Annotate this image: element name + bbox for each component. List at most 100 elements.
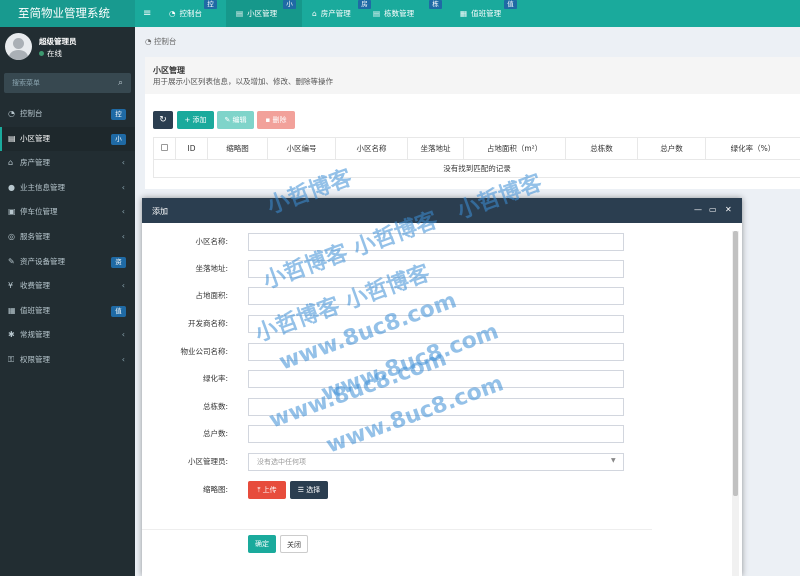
empty-message: 没有找到匹配的记录 [153, 159, 800, 178]
menu-badge: 控 [111, 109, 126, 120]
column-header[interactable]: 坐落地址 [407, 137, 464, 160]
scrollbar-thumb[interactable] [733, 231, 738, 496]
field-row-developer: 开发商名称: [142, 315, 732, 333]
sidebar-item-community[interactable]: ▤ 小区管理小 [0, 126, 135, 152]
community-name-input[interactable] [248, 233, 624, 251]
select-all-checkbox[interactable] [153, 137, 176, 160]
close-button[interactable]: 关闭 [280, 535, 308, 553]
dialog-title: 添加 [152, 207, 168, 216]
sidebar-item-permissions[interactable]: ⚿ 权限管理 ‹ [0, 348, 135, 373]
dashboard-icon: ◔ [145, 37, 154, 46]
field-row-area: 占地面积: [142, 287, 732, 305]
sidebar-item-dashboard[interactable]: ◔ 控制台控 [0, 102, 135, 127]
dialog-scrollbar[interactable] [732, 231, 739, 576]
upload-button[interactable]: ⤒ 上传 [248, 481, 286, 499]
area-input[interactable] [248, 287, 624, 305]
sidebar-item-general[interactable]: ✱ 常规管理 ‹ [0, 323, 135, 348]
pencil-icon: ✎ [224, 116, 233, 124]
sidebar: 超级管理员 在线 搜索菜单 ⌕ ◔ 控制台控 ▤ 小区管理小 ⌂ 房产管理 ‹ ● 业主信息… [0, 27, 135, 576]
sidebar-item-duty[interactable]: ▦ 值班管理值 [0, 299, 135, 324]
choose-button[interactable]: ☰ 选择 [290, 481, 328, 499]
field-label: 小区名称: [195, 237, 228, 246]
chevron-left-icon: ‹ [121, 207, 125, 217]
field-row-green-rate: 绿化率: [142, 370, 732, 388]
delete-button[interactable]: ▪ 删除 [257, 111, 295, 129]
field-label: 总户数: [202, 429, 228, 438]
tab-dashboard[interactable]: ◔ 控制台 [169, 0, 202, 27]
field-row-households: 总户数: [142, 425, 732, 443]
column-header[interactable]: 占地面积（m²） [463, 137, 566, 160]
search-input[interactable]: 搜索菜单 ⌕ [4, 73, 131, 93]
list-icon: ▤ [8, 133, 16, 143]
dashboard-icon: ◔ [169, 9, 176, 18]
column-header[interactable]: 小区名称 [335, 137, 408, 160]
field-row-thumbnail: 缩略图: ⤒ 上传 ☰ 选择 [142, 481, 732, 499]
sidebar-item-owners[interactable]: ● 业主信息管理 ‹ [0, 176, 135, 201]
field-label: 绿化率: [202, 374, 228, 383]
chevron-left-icon: ‹ [121, 182, 125, 192]
buildings-input[interactable] [248, 398, 624, 416]
online-dot-icon [39, 51, 44, 56]
sidebar-item-property[interactable]: ⌂ 房产管理 ‹ [0, 151, 135, 176]
sidebar-item-parking[interactable]: ▣ 停车位管理 ‹ [0, 200, 135, 225]
tab-badge: 值 [504, 0, 517, 9]
app-logo[interactable]: 至简物业管理系统 [0, 0, 135, 27]
home-icon: ⌂ [8, 158, 14, 168]
maximize-icon[interactable]: ▭ [709, 205, 717, 214]
address-input[interactable] [248, 260, 624, 278]
sidebar-item-service[interactable]: ◎ 服务管理 ‹ [0, 225, 135, 250]
field-label: 小区管理员: [187, 457, 228, 466]
user-panel: 超级管理员 在线 [0, 27, 135, 67]
minimize-icon[interactable]: — [694, 205, 702, 214]
refresh-icon: ↻ [159, 115, 167, 125]
field-label: 总栋数: [202, 402, 228, 411]
field-label: 占地面积: [195, 291, 228, 300]
green-rate-input[interactable] [248, 370, 624, 388]
field-label: 缩略图: [202, 485, 228, 494]
column-header[interactable]: 总栋数 [565, 137, 638, 160]
property-company-input[interactable] [248, 343, 624, 361]
user-status: 在线 [39, 48, 62, 59]
tab-badge: 控 [204, 0, 217, 9]
column-header[interactable]: 小区编号 [267, 137, 336, 160]
close-icon[interactable]: ✕ [725, 205, 732, 214]
refresh-button[interactable]: ↻ [153, 111, 173, 129]
breadcrumb[interactable]: ◔ 控制台 [145, 36, 176, 47]
dialog-footer: 确定 关闭 [142, 529, 652, 560]
page-description: 用于展示小区列表信息，以及增加、修改、删除等操作 [153, 77, 333, 86]
field-row-buildings: 总栋数: [142, 398, 732, 416]
tab-duty[interactable]: ▦ 值班管理 [460, 0, 501, 27]
edit-button[interactable]: ✎ 编辑 [217, 111, 254, 129]
tab-badge: 房 [358, 0, 371, 9]
manager-select[interactable]: 没有选中任何项 [248, 453, 624, 471]
page-title: 小区管理 [153, 66, 185, 75]
households-input[interactable] [248, 425, 624, 443]
tab-property[interactable]: ⌂ 房产管理 [312, 0, 351, 27]
column-header[interactable]: 总户数 [637, 137, 706, 160]
column-header[interactable]: 绿化率（%） [705, 137, 800, 160]
column-header[interactable]: ID [175, 137, 208, 160]
tab-buildings[interactable]: ▤ 栋数管理 [373, 0, 414, 27]
top-navbar: ≡ ◔ 控制台 控 ▤ 小区管理 小 ⌂ 房产管理 房 ▤ 栋数管理 栋 ▦ 值班管理 值 [135, 0, 800, 27]
service-icon: ◎ [8, 231, 15, 241]
chevron-left-icon: ‹ [121, 231, 125, 241]
add-button[interactable]: + 添加 [177, 111, 214, 129]
dialog-header: 添加 — ▭ ✕ [142, 198, 742, 223]
tab-badge: 栋 [429, 0, 442, 9]
field-label: 物业公司名称: [180, 347, 228, 356]
checkbox-icon [161, 144, 168, 151]
developer-input[interactable] [248, 315, 624, 333]
list-icon: ▤ [236, 9, 244, 18]
menu-toggle-icon[interactable]: ≡ [143, 0, 151, 27]
chevron-left-icon: ‹ [121, 330, 125, 340]
sidebar-item-fees[interactable]: ¥ 收费管理 ‹ [0, 274, 135, 299]
home-icon: ⌂ [312, 9, 317, 18]
calendar-icon: ▦ [8, 305, 16, 315]
list-icon: ▤ [373, 9, 381, 18]
search-icon[interactable]: ⌕ [118, 73, 123, 93]
column-header[interactable]: 缩略图 [207, 137, 268, 160]
list-icon: ☰ [297, 486, 307, 494]
confirm-button[interactable]: 确定 [248, 535, 276, 553]
field-label: 坐落地址: [195, 264, 228, 273]
sidebar-item-assets[interactable]: ✎ 资产设备管理资 [0, 250, 135, 275]
